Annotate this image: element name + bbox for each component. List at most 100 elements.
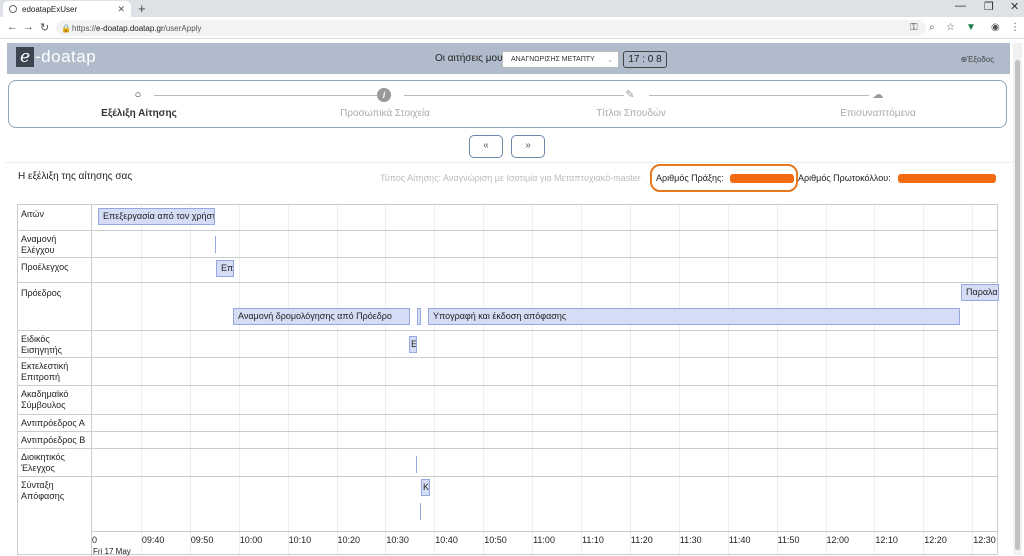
- browser-tab[interactable]: edoatapExUser ✕: [3, 1, 131, 17]
- key-icon[interactable]: ⚿: [910, 22, 918, 33]
- timeline-row: Αναμονή Ελέγχου: [18, 230, 997, 257]
- minimize-icon[interactable]: —: [955, 0, 966, 12]
- edit-icon[interactable]: ✎: [623, 88, 637, 102]
- row-label: Προέλεγχος: [21, 262, 69, 272]
- time-tick-label: 12:00: [826, 535, 850, 545]
- application-select-value: ΑΝΑΓΝΩΡΙΣΗΣ ΜΕΤΑΠΤΥ: [511, 56, 595, 63]
- row-label: Ακαδημαϊκό Σύμβουλος: [21, 389, 69, 410]
- timeline-bar[interactable]: Κ: [421, 479, 430, 496]
- row-label: Διοικητικός Έλεγχος: [21, 452, 65, 473]
- close-window-icon[interactable]: ✕: [1010, 0, 1019, 13]
- row-label: Ειδικός Εισηγητής: [21, 334, 62, 355]
- timeline-bar[interactable]: Επ: [216, 260, 234, 277]
- reload-icon[interactable]: ↻: [40, 21, 49, 34]
- back-icon[interactable]: ←: [7, 21, 18, 33]
- close-tab-icon[interactable]: ✕: [117, 4, 125, 15]
- progress-title: Η εξέλιξη της αίτησης σας: [18, 171, 133, 182]
- time-axis: [91, 531, 997, 532]
- profile-icon[interactable]: ◉: [991, 22, 1000, 33]
- timeline-bar[interactable]: Παραλαβή: [961, 284, 999, 301]
- session-timer: 17 : 0 8: [623, 51, 667, 68]
- timeline-bar[interactable]: Υπογραφή και έκδοση απόφασης: [428, 308, 960, 325]
- timeline-bar[interactable]: Ε: [409, 336, 417, 353]
- app-header: e -doatap Οι αιτήσεις μου ΑΝΑΓΝΩΡΙΣΗΣ ΜΕ…: [7, 43, 1010, 74]
- timeline-row: Ακαδημαϊκό Σύμβουλος: [18, 385, 997, 414]
- maximize-icon[interactable]: ❐: [984, 0, 994, 13]
- timeline-row: Αντιπρόεδρος Α: [18, 414, 997, 431]
- search-icon[interactable]: ○: [131, 88, 145, 102]
- address-bar[interactable]: 🔒 https://e-doatap.doatap.gr/userApply: [56, 20, 926, 36]
- chevron-down-icon: ⌄: [607, 56, 613, 64]
- my-applications-label: Οι αιτήσεις μου: [435, 53, 503, 64]
- logo-mark: e: [16, 47, 34, 67]
- logo-text: -doatap: [35, 47, 97, 66]
- time-tick-label: 10:30: [386, 535, 409, 545]
- redaction-mark: [898, 174, 996, 183]
- time-tick-label: 11:40: [728, 535, 751, 545]
- row-label: Αιτών: [21, 209, 44, 219]
- timeline-row: Εκτελεστική Επιτροπή: [18, 357, 997, 385]
- time-tick-label: 12:10: [875, 535, 898, 545]
- logout-label: Έξοδος: [967, 55, 994, 64]
- time-tick-label: 10:20: [337, 535, 361, 545]
- timeline-row: Ειδικός Εισηγητής: [18, 330, 997, 357]
- forward-icon[interactable]: →: [23, 21, 34, 33]
- step-progress[interactable]: Εξέλιξη Αίτησης: [59, 108, 219, 119]
- timeline-chart: Αιτών Αναμονή Ελέγχου Προέλεγχος Πρόεδρο…: [17, 204, 999, 556]
- time-tick-label: 11:30: [679, 535, 702, 545]
- row-label: Εκτελεστική Επιτροπή: [21, 361, 69, 382]
- browser-tabstrip: edoatapExUser ✕ + — ❐ ✕: [0, 0, 1024, 17]
- timeline-bar[interactable]: Αναμονή δρομολόγησης από Πρόεδρο: [233, 308, 410, 325]
- menu-icon[interactable]: ⋮: [1010, 22, 1020, 33]
- protocol-number-label: Αριθμός Πρωτοκόλλου:: [798, 173, 891, 183]
- extension-icon[interactable]: ▼: [966, 22, 976, 33]
- timeline-bar[interactable]: [417, 308, 421, 325]
- step-attachments[interactable]: Επισυναπτόμενα: [798, 108, 958, 119]
- timeline-row: Προέλεγχος: [18, 257, 997, 282]
- scrollbar-thumb[interactable]: [1015, 60, 1020, 550]
- timeline-marker[interactable]: [416, 456, 417, 473]
- url-path: /userApply: [163, 23, 202, 33]
- time-tick-label: 11:00: [533, 535, 555, 545]
- step-connector: [154, 95, 379, 96]
- application-type: Τύπος Αίτησης: Αναγνώριση με Ισοτιμία γι…: [380, 173, 641, 183]
- next-button[interactable]: »: [511, 135, 545, 158]
- cloud-upload-icon[interactable]: ☁: [871, 88, 885, 102]
- row-label: Αναμονή Ελέγχου: [21, 234, 57, 255]
- zoom-icon[interactable]: ⌕: [929, 22, 935, 33]
- url-host: e-doatap.doatap.gr: [96, 23, 164, 33]
- tab-title: edoatapExUser: [22, 4, 78, 14]
- star-icon[interactable]: ☆: [946, 22, 955, 33]
- step-degrees[interactable]: Τίτλοι Σπουδών: [551, 108, 711, 119]
- new-tab-icon[interactable]: +: [138, 1, 146, 16]
- step-connector: [649, 95, 869, 96]
- timeline-marker[interactable]: [215, 236, 216, 253]
- timeline-marker[interactable]: [420, 503, 421, 520]
- time-tick-label: 12:20: [924, 535, 947, 545]
- time-tick-label: 09:40: [141, 535, 165, 545]
- globe-icon: [9, 5, 17, 13]
- timeline-bar[interactable]: Επεξεργασία από τον χρήστη: [98, 208, 215, 225]
- highlight-circle: [650, 164, 798, 192]
- time-tick-label: 09:50: [190, 535, 214, 545]
- time-tick-label: 10:40: [435, 535, 458, 545]
- logout-link[interactable]: ⊕Έξοδος: [960, 55, 994, 64]
- row-label: Αντιπρόεδρος Α: [21, 418, 85, 428]
- application-select[interactable]: ΑΝΑΓΝΩΡΙΣΗΣ ΜΕΤΑΠΤΥ ⌄: [502, 51, 619, 68]
- row-label: Σύνταξη Απόφασης: [21, 480, 65, 501]
- previous-button[interactable]: «: [469, 135, 503, 158]
- row-label: Πρόεδρος: [21, 288, 62, 298]
- time-tick-label: 10:50: [484, 535, 507, 545]
- step-connector: [404, 95, 624, 96]
- browser-toolbar: ← → ↻ 🔒 https://e-doatap.doatap.gr/userA…: [0, 17, 1024, 39]
- url-scheme: https://: [72, 23, 97, 33]
- time-tick-label: 10:10: [288, 535, 312, 545]
- step-personal-info[interactable]: Προσωπικά Στοιχεία: [305, 108, 465, 119]
- logo[interactable]: e -doatap: [16, 47, 96, 67]
- time-tick-label: 0: [92, 535, 98, 545]
- time-tick-label: 11:10: [582, 535, 604, 545]
- info-icon[interactable]: i: [377, 88, 391, 102]
- time-tick-label: 12:30: [973, 535, 996, 545]
- timeline-row: Σύνταξη Απόφασης: [18, 476, 997, 531]
- time-tick-label: 10:00: [239, 535, 263, 545]
